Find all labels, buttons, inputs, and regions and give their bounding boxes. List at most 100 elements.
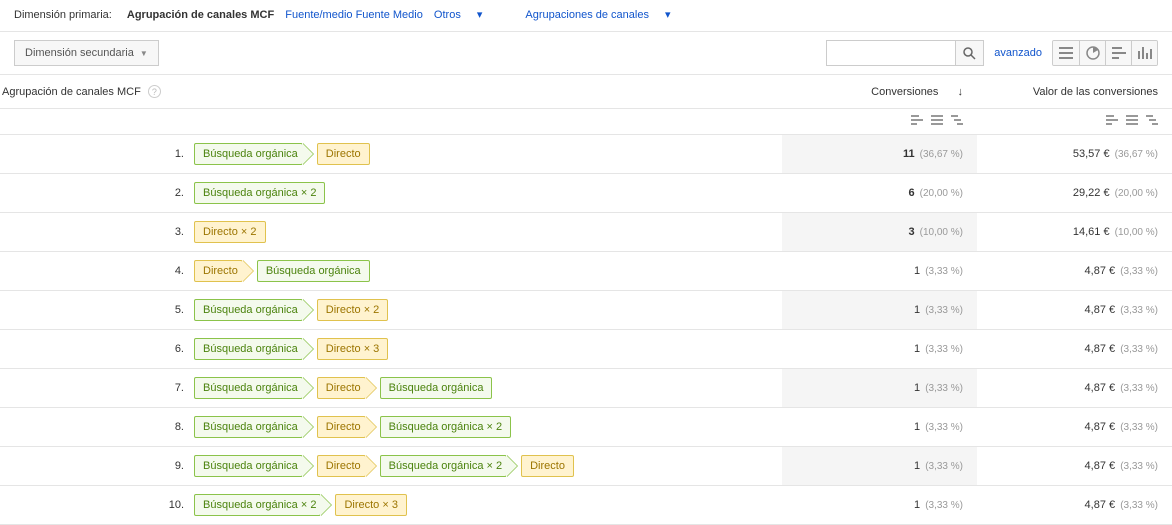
value-cell: 4,87 € (3,33 %) (977, 447, 1172, 486)
view-columns-icon[interactable] (1131, 41, 1157, 65)
chip-direct: Directo × 2 (317, 299, 389, 321)
value-cell: 4,87 € (3,33 %) (977, 330, 1172, 369)
col-value-label: Valor de las conversiones (1033, 86, 1158, 98)
conversions-cell: 11 (36,67 %) (782, 135, 977, 174)
table-row[interactable]: 10.Búsqueda orgánica × 2Directo × 31 (3,… (0, 486, 1172, 525)
tab-source-medium[interactable]: Fuente/medio (285, 9, 352, 21)
conversions-cell: 3 (10,00 %) (782, 213, 977, 252)
col-conversions[interactable]: Conversiones ↓ (782, 75, 977, 109)
path-chips: Directo Búsqueda orgánica (194, 260, 370, 282)
search-button[interactable] (956, 40, 984, 66)
chip-organic-search: Búsqueda orgánica (194, 416, 303, 438)
chevron-down-icon: ▾ (477, 9, 483, 21)
secondary-dimension-button[interactable]: Dimensión secundaria ▼ (14, 40, 159, 66)
tab-medium[interactable]: Medio (393, 9, 423, 21)
tab-channel-groupings[interactable]: Agrupaciones de canales▾ (517, 9, 678, 21)
chip-organic-search: Búsqueda orgánica (194, 377, 303, 399)
search-input[interactable] (826, 40, 956, 66)
view-pie-icon[interactable] (1079, 41, 1105, 65)
chip-organic-search: Búsqueda orgánica (194, 299, 303, 321)
conversions-cell: 1 (3,33 %) (782, 369, 977, 408)
help-icon[interactable]: ? (148, 85, 161, 98)
table-row[interactable]: 1. Búsqueda orgánica Directo 11 (36,67 %)53… (0, 135, 1172, 174)
path-chips: Búsqueda orgánica Directo Búsqueda orgánic… (194, 455, 574, 477)
path-chips: Búsqueda orgánica Directo (194, 143, 370, 165)
advanced-link[interactable]: avanzado (994, 47, 1042, 59)
view-bars-icon[interactable] (1105, 41, 1131, 65)
primary-dimension-label: Dimensión primaria: (14, 9, 112, 21)
conversions-cell: 1 (3,33 %) (782, 486, 977, 525)
chip-organic-search: Búsqueda orgánica × 2 (380, 416, 511, 438)
col-dimension-label: Agrupación de canales MCF (2, 86, 141, 98)
value-cell: 14,61 € (10,00 %) (977, 213, 1172, 252)
table-row[interactable]: 2. Búsqueda orgánica × 2 6 (20,00 %)29,22 … (0, 174, 1172, 213)
value-cell: 53,57 € (36,67 %) (977, 135, 1172, 174)
chip-direct: Directo (317, 455, 366, 477)
row-index: 4. (4, 265, 184, 277)
row-index: 2. (4, 187, 184, 199)
path-chips: Búsqueda orgánica × 2 (194, 182, 325, 204)
tab-mcf-grouping[interactable]: Agrupación de canales MCF (127, 9, 274, 21)
table-row[interactable]: 8.Búsqueda orgánicaDirectoBúsqueda orgán… (0, 408, 1172, 447)
conversions-cell: 1 (3,33 %) (782, 252, 977, 291)
tab-source[interactable]: Fuente (356, 9, 390, 21)
path-table: Agrupación de canales MCF ? Conversiones… (0, 75, 1172, 525)
chip-direct: Directo (317, 143, 370, 165)
chip-direct: Directo × 3 (335, 494, 407, 516)
table-row[interactable]: 9.Búsqueda orgánicaDirectoBúsqueda orgán… (0, 447, 1172, 486)
view-toggle (1052, 40, 1158, 66)
chip-direct: Directo (317, 416, 366, 438)
sort-down-icon: ↓ (958, 86, 964, 98)
conversions-cell: 1 (3,33 %) (782, 408, 977, 447)
chip-organic-search: Búsqueda orgánica (380, 377, 493, 399)
path-chips: Búsqueda orgánica Directo Búsqueda orgánic… (194, 416, 511, 438)
path-chips: Búsqueda orgánica × 2 Directo × 3 (194, 494, 407, 516)
value-cell: 29,22 € (20,00 %) (977, 174, 1172, 213)
col-conversion-value[interactable]: Valor de las conversiones (977, 75, 1172, 109)
path-chips: Directo × 2 (194, 221, 266, 243)
chip-organic-search: Búsqueda orgánica (194, 338, 303, 360)
primary-dimension-bar: Dimensión primaria: Agrupación de canale… (0, 0, 1172, 31)
table-row[interactable]: 4. Directo Búsqueda orgánica 1 (3,33 %)4,87… (0, 252, 1172, 291)
path-chips: Búsqueda orgánica Directo × 2 (194, 299, 388, 321)
chevron-down-icon: ▼ (140, 49, 148, 58)
chip-organic-search: Búsqueda orgánica × 2 (194, 182, 325, 204)
conversions-cell: 1 (3,33 %) (782, 447, 977, 486)
row-index: 1. (4, 148, 184, 160)
col-conversions-label: Conversiones (871, 86, 938, 98)
chip-direct: Directo (521, 455, 574, 477)
value-cell: 4,87 € (3,33 %) (977, 291, 1172, 330)
value-cell: 4,87 € (3,33 %) (977, 408, 1172, 447)
chip-organic-search: Búsqueda orgánica (257, 260, 370, 282)
chip-direct: Directo (194, 260, 243, 282)
view-table-icon[interactable] (1053, 41, 1079, 65)
column-view-icons[interactable] (911, 115, 963, 125)
conversions-cell: 1 (3,33 %) (782, 330, 977, 369)
row-index: 6. (4, 343, 184, 355)
path-chips: Búsqueda orgánicaDirectoBúsqueda orgánic… (194, 377, 492, 399)
table-row[interactable]: 3. Directo × 2 3 (10,00 %)14,61 € (10,00 %… (0, 213, 1172, 252)
chip-organic-search: Búsqueda orgánica (194, 455, 303, 477)
conversions-cell: 1 (3,33 %) (782, 291, 977, 330)
chip-organic-search: Búsqueda orgánica × 2 (380, 455, 507, 477)
table-row[interactable]: 7. Búsqueda orgánicaDirectoBúsqueda orgán… (0, 369, 1172, 408)
search-icon (963, 47, 976, 60)
value-cell: 4,87 € (3,33 %) (977, 252, 1172, 291)
conversions-cell: 6 (20,00 %) (782, 174, 977, 213)
tab-other[interactable]: Otros▾ (426, 9, 490, 21)
row-index: 9. (4, 460, 184, 472)
row-index: 3. (4, 226, 184, 238)
row-index: 7. (4, 382, 184, 394)
column-view-icons[interactable] (1106, 115, 1158, 125)
chip-direct: Directo × 3 (317, 338, 389, 360)
path-chips: Búsqueda orgánica Directo × 3 (194, 338, 388, 360)
value-cell: 4,87 € (3,33 %) (977, 369, 1172, 408)
chip-organic-search: Búsqueda orgánica (194, 143, 303, 165)
table-row[interactable]: 6. Búsqueda orgánica Directo × 3 1 (3,33 %)… (0, 330, 1172, 369)
table-row[interactable]: 5.Búsqueda orgánicaDirecto × 21 (3,33 %)… (0, 291, 1172, 330)
chevron-down-icon: ▾ (665, 9, 671, 21)
chip-organic-search: Búsqueda orgánica × 2 (194, 494, 321, 516)
secondary-dimension-label: Dimensión secundaria (25, 47, 134, 59)
col-dimension[interactable]: Agrupación de canales MCF ? (0, 75, 782, 109)
row-index: 8. (4, 421, 184, 433)
